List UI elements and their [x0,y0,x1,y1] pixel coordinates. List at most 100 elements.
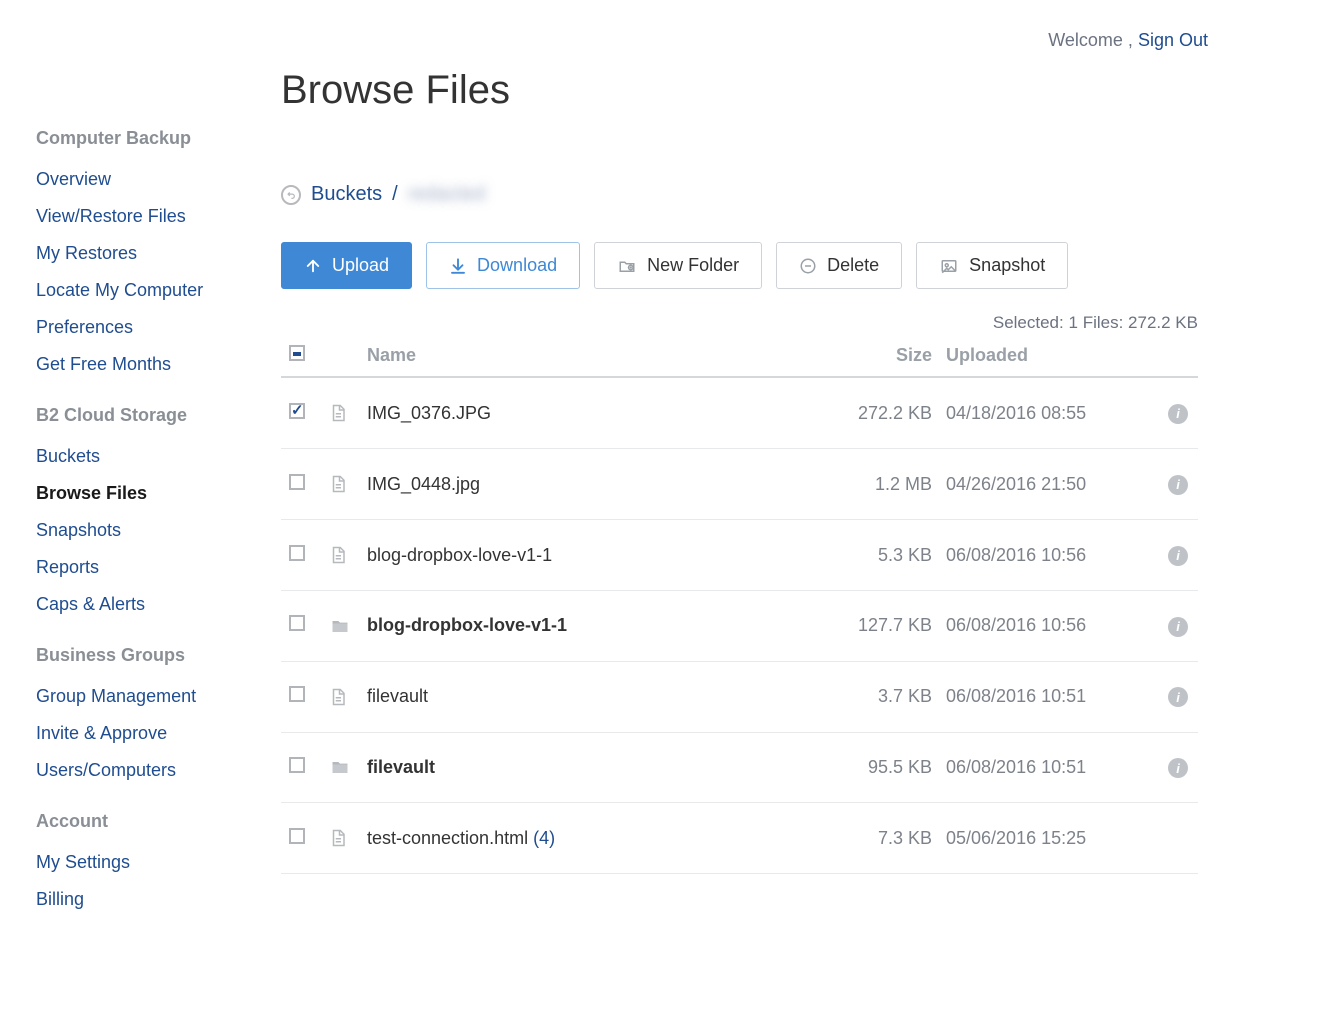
row-checkbox[interactable] [289,403,305,419]
file-uploaded: 06/08/2016 10:51 [938,661,1138,732]
breadcrumb-root[interactable]: Buckets [311,183,382,206]
sidebar-item-reports[interactable]: Reports [36,549,271,586]
breadcrumb-current: redacted [408,183,486,206]
welcome-label: Welcome [1048,30,1123,50]
sidebar-section-title: Computer Backup [36,128,271,149]
snapshot-button[interactable]: Snapshot [916,242,1068,289]
sidebar-item-invite-approve[interactable]: Invite & Approve [36,715,271,752]
file-size: 5.3 KB [828,520,938,591]
sidebar-item-overview[interactable]: Overview [36,161,271,198]
file-name[interactable]: IMG_0448.jpg [367,474,480,494]
sidebar-section-title: Account [36,811,271,832]
row-checkbox[interactable] [289,474,305,490]
selection-summary: Selected: 1 Files: 272.2 KB [281,313,1198,333]
file-icon [329,402,351,424]
file-table: Name Size Uploaded IMG_0376.JPG272.2 KB0… [281,339,1198,874]
sidebar-item-preferences[interactable]: Preferences [36,309,271,346]
file-icon [329,827,351,849]
info-icon[interactable]: i [1168,687,1188,707]
sidebar: Computer Backup OverviewView/Restore File… [36,28,271,936]
row-checkbox[interactable] [289,545,305,561]
selection-mid: Files: [1083,313,1124,332]
selection-count: 1 [1068,313,1077,332]
new-folder-label: New Folder [647,255,739,276]
row-checkbox[interactable] [289,686,305,702]
selection-size: 272.2 KB [1128,313,1198,332]
table-row[interactable]: filevault 3.7 KB06/08/2016 10:51 i [281,661,1198,732]
sidebar-item-caps-alerts[interactable]: Caps & Alerts [36,586,271,623]
delete-button[interactable]: Delete [776,242,902,289]
file-size: 7.3 KB [828,803,938,874]
table-row[interactable]: blog-dropbox-love-v1-1 127.7 KB06/08/2016… [281,591,1198,662]
table-row[interactable]: IMG_0376.JPG 272.2 KB04/18/2016 08:55 i [281,377,1198,449]
history-back-icon[interactable] [281,185,301,205]
file-size: 1.2 MB [828,449,938,520]
info-icon[interactable]: i [1168,475,1188,495]
info-icon[interactable]: i [1168,758,1188,778]
table-row[interactable]: filevault95.5 KB06/08/2016 10:51i [281,732,1198,803]
file-name[interactable]: test-connection.html [367,828,528,848]
row-checkbox[interactable] [289,828,305,844]
file-name[interactable]: blog-dropbox-love-v1-1 [367,545,552,565]
topbar: Welcome , Sign Out [1048,30,1208,51]
file-uploaded: 06/08/2016 10:56 [938,591,1138,662]
toolbar: Upload Download New Folder Delete [281,242,1198,289]
info-icon[interactable]: i [1168,617,1188,637]
download-label: Download [477,255,557,276]
upload-button[interactable]: Upload [281,242,412,289]
sidebar-item-locate-my-computer[interactable]: Locate My Computer [36,272,271,309]
page-title: Browse Files [281,68,1198,113]
sidebar-item-my-restores[interactable]: My Restores [36,235,271,272]
file-size: 95.5 KB [828,732,938,803]
sidebar-item-group-management[interactable]: Group Management [36,678,271,715]
info-icon[interactable]: i [1168,546,1188,566]
sidebar-item-snapshots[interactable]: Snapshots [36,512,271,549]
column-name[interactable]: Name [359,339,828,377]
signout-link[interactable]: Sign Out [1138,30,1208,50]
file-size: 3.7 KB [828,661,938,732]
file-size: 127.7 KB [828,591,938,662]
row-checkbox[interactable] [289,757,305,773]
column-size[interactable]: Size [828,339,938,377]
file-size: 272.2 KB [828,377,938,449]
sidebar-item-billing[interactable]: Billing [36,881,271,918]
file-name[interactable]: blog-dropbox-love-v1-1 [367,615,567,635]
main: Browse Files Buckets / redacted Upload D… [271,28,1292,936]
file-name[interactable]: filevault [367,686,428,706]
file-uploaded: 04/18/2016 08:55 [938,377,1138,449]
info-icon[interactable]: i [1168,404,1188,424]
sidebar-item-users-computers[interactable]: Users/Computers [36,752,271,789]
topbar-separator: , [1128,30,1133,50]
file-uploaded: 05/06/2016 15:25 [938,803,1138,874]
snapshot-icon [939,257,959,275]
file-versions[interactable]: (4) [533,828,555,848]
new-folder-button[interactable]: New Folder [594,242,762,289]
new-folder-icon [617,257,637,275]
sidebar-item-buckets[interactable]: Buckets [36,438,271,475]
folder-icon [329,757,351,777]
snapshot-label: Snapshot [969,255,1045,276]
row-checkbox[interactable] [289,615,305,631]
folder-icon [329,616,351,636]
upload-icon [304,257,322,275]
upload-label: Upload [332,255,389,276]
sidebar-item-get-free-months[interactable]: Get Free Months [36,346,271,383]
sidebar-section-title: Business Groups [36,645,271,666]
breadcrumb-sep: / [392,183,398,206]
select-all-checkbox[interactable] [289,345,305,361]
file-name[interactable]: filevault [367,757,435,777]
table-row[interactable]: IMG_0448.jpg1.2 MB04/26/2016 21:50i [281,449,1198,520]
file-name[interactable]: IMG_0376.JPG [367,403,491,423]
column-uploaded[interactable]: Uploaded [938,339,1138,377]
sidebar-item-browse-files[interactable]: Browse Files [36,475,271,512]
sidebar-item-view-restore-files[interactable]: View/Restore Files [36,198,271,235]
table-row[interactable]: test-connection.html (4) 7.3 KB05/06/2016… [281,803,1198,874]
file-icon [329,544,351,566]
breadcrumb: Buckets / redacted [281,183,1198,206]
download-button[interactable]: Download [426,242,580,289]
file-icon [329,473,351,495]
file-icon [329,686,351,708]
sidebar-section-title: B2 Cloud Storage [36,405,271,426]
sidebar-item-my-settings[interactable]: My Settings [36,844,271,881]
table-row[interactable]: blog-dropbox-love-v1-15.3 KB06/08/2016 1… [281,520,1198,591]
